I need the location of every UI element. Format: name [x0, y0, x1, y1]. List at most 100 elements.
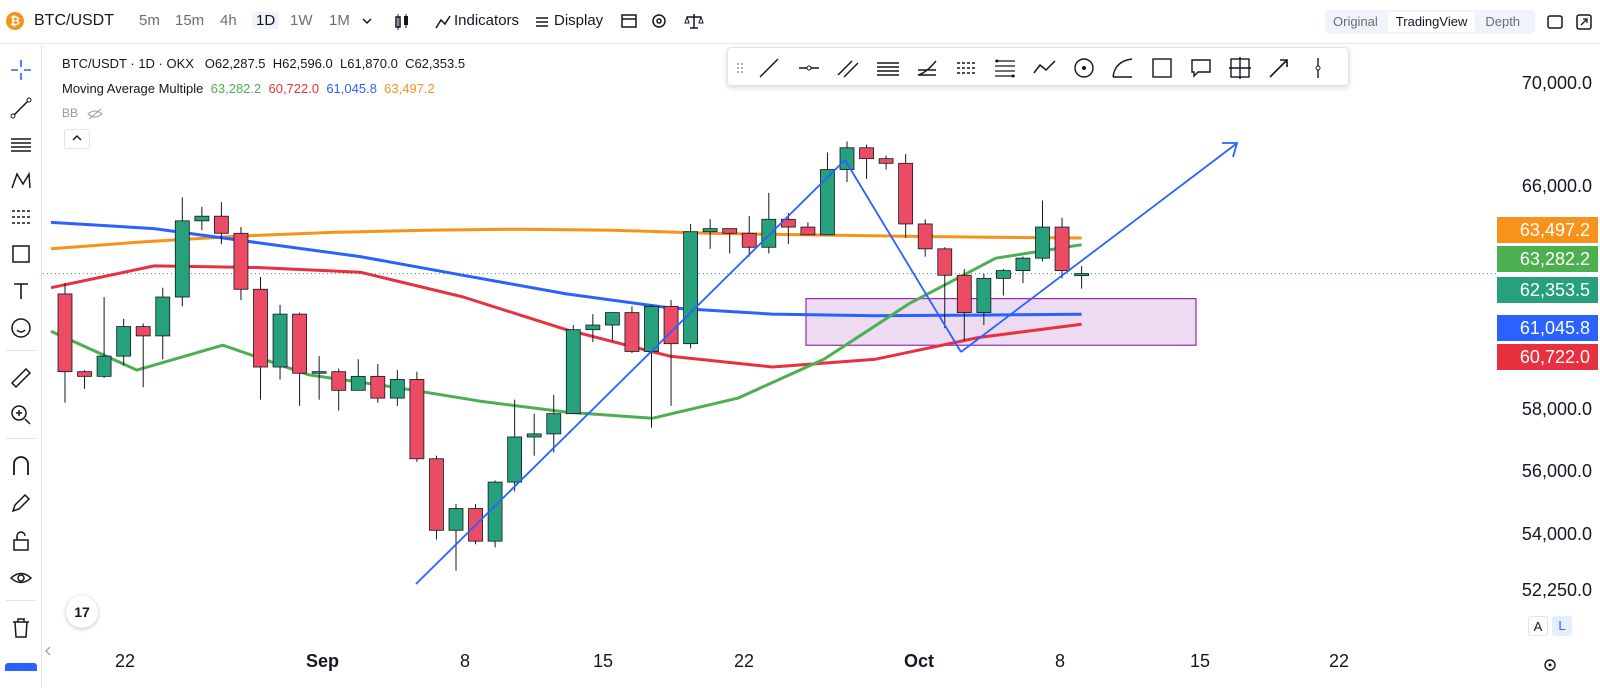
candle-down [77, 371, 92, 377]
chevron-left-icon[interactable] [44, 645, 52, 657]
view-depth-tab[interactable]: Depth [1477, 12, 1528, 32]
pencil-lock-icon[interactable] [8, 490, 34, 516]
vertical-line-icon[interactable] [1305, 55, 1331, 81]
chart-legend-bb[interactable]: BB [62, 106, 104, 120]
settings-gear-icon[interactable] [1542, 657, 1558, 673]
window-layout-icon[interactable] [1546, 13, 1564, 31]
zoom-in-icon[interactable] [8, 402, 34, 428]
ma-green-price-label: 63,282.2 [1497, 246, 1598, 272]
candle-down [917, 223, 933, 250]
emoji-tool-icon[interactable] [8, 315, 34, 341]
arrow-tool-icon[interactable] [1266, 55, 1292, 81]
horizontal-lines-tool-icon[interactable] [8, 132, 34, 158]
price-tick: 70,000.0 [1521, 73, 1592, 93]
indicators-button[interactable]: Indicators [454, 12, 519, 29]
timeframe-5m[interactable]: 5m [139, 12, 160, 29]
candle-up [155, 296, 171, 337]
candle-up [644, 305, 659, 352]
timeframe-1d[interactable]: 1D [252, 12, 280, 29]
candle-up [585, 324, 601, 331]
horizontal-ray-icon[interactable] [796, 55, 822, 81]
auto-scale-button[interactable]: A [1528, 616, 1548, 636]
trash-icon[interactable] [8, 615, 34, 641]
rectangle-tool-icon[interactable] [8, 241, 34, 267]
candle-down [956, 274, 972, 313]
candle-up [702, 228, 718, 233]
legend-symbol-title: BTC/USDT · 1D · OKX [62, 56, 194, 71]
candle-up [174, 220, 190, 298]
chart-legend-ma[interactable]: Moving Average Multiple 63,282.2 60,722.… [62, 81, 435, 96]
candle-up [1015, 257, 1031, 272]
candle-down [741, 232, 757, 248]
gear-icon[interactable] [650, 12, 668, 30]
collapse-legend-button[interactable] [64, 129, 90, 149]
ruler-icon[interactable] [8, 365, 34, 391]
fib-tool-icon[interactable] [8, 204, 34, 230]
measure-icon[interactable] [1227, 55, 1253, 81]
date-axis[interactable] [43, 642, 1497, 688]
candle-up [565, 329, 581, 415]
chevron-down-icon[interactable] [361, 16, 373, 26]
timeframe-1m[interactable]: 1M [329, 12, 350, 29]
eye-icon[interactable] [8, 565, 34, 591]
candle-up [546, 413, 562, 435]
tradingview-logo[interactable]: 17 [66, 596, 98, 628]
price-tick: 54,000.0 [1521, 524, 1592, 544]
text-tool-icon[interactable] [8, 278, 34, 304]
candle-up [194, 215, 210, 222]
fib-levels-icon[interactable] [954, 55, 980, 81]
trendline-icon[interactable] [756, 55, 782, 81]
ma-orange-price-label: 63,497.2 [1497, 217, 1598, 243]
ma-red-price-label: 60,722.0 [1497, 344, 1598, 370]
chart-legend-ohlc: BTC/USDT · 1D · OKX O62,287.5 H62,596.0 … [62, 56, 465, 71]
view-tradingview-tab[interactable]: TradingView [1387, 12, 1476, 32]
view-switcher: Original TradingView Depth [1325, 10, 1535, 34]
candle-down [331, 371, 347, 391]
template-icon[interactable] [620, 12, 638, 30]
date-tick: 15 [593, 651, 614, 671]
circle-tool-icon[interactable] [1071, 55, 1097, 81]
crosshair-icon[interactable] [8, 57, 34, 83]
candle-up [116, 326, 132, 357]
timeframe-15m[interactable]: 15m [175, 12, 204, 29]
legend-low: L61,870.0 [339, 56, 398, 71]
magnet-icon[interactable] [8, 453, 34, 479]
view-original-tab[interactable]: Original [1325, 12, 1386, 32]
balance-scale-icon[interactable] [684, 12, 704, 30]
price-chart[interactable] [43, 45, 1497, 642]
zigzag-icon[interactable] [1032, 55, 1058, 81]
date-tick: 22 [734, 651, 755, 671]
fullscreen-icon[interactable] [1575, 13, 1593, 31]
pattern-tool-icon[interactable] [8, 168, 34, 194]
price-tick: 58,000.0 [1521, 399, 1592, 419]
candle-down [1054, 226, 1070, 272]
drag-handle-icon[interactable] [734, 55, 746, 81]
parallel-lines-icon[interactable] [835, 55, 861, 81]
symbol-selector[interactable]: BTC/USDT [34, 12, 114, 30]
fib-extension-icon[interactable] [992, 55, 1018, 81]
floating-drawing-toolbar [727, 47, 1349, 86]
candlestick-type-icon[interactable] [392, 12, 412, 32]
trendline-tool-icon[interactable] [8, 95, 34, 121]
unlock-icon[interactable] [8, 528, 34, 554]
channel-lines-icon[interactable] [875, 55, 901, 81]
candle-down [370, 375, 386, 399]
candle-up [389, 379, 405, 399]
display-button[interactable]: Display [554, 12, 603, 29]
rectangle-icon[interactable] [1149, 55, 1175, 81]
fib-retracement-icon[interactable] [914, 55, 940, 81]
candle-down [213, 215, 229, 234]
arc-tool-icon[interactable] [1110, 55, 1136, 81]
timeframe-1w[interactable]: 1W [290, 12, 313, 29]
hidden-eye-icon[interactable] [87, 108, 104, 120]
display-icon [536, 17, 548, 27]
callout-icon[interactable] [1188, 55, 1214, 81]
candle-up [605, 312, 620, 326]
legend-high: H62,596.0 [272, 56, 333, 71]
timeframe-4h[interactable]: 4h [220, 12, 237, 29]
candle-down [409, 379, 425, 460]
log-scale-button[interactable]: L [1552, 616, 1572, 636]
candle-down [663, 305, 679, 345]
candle-down [624, 312, 640, 352]
candle-down [898, 162, 914, 225]
